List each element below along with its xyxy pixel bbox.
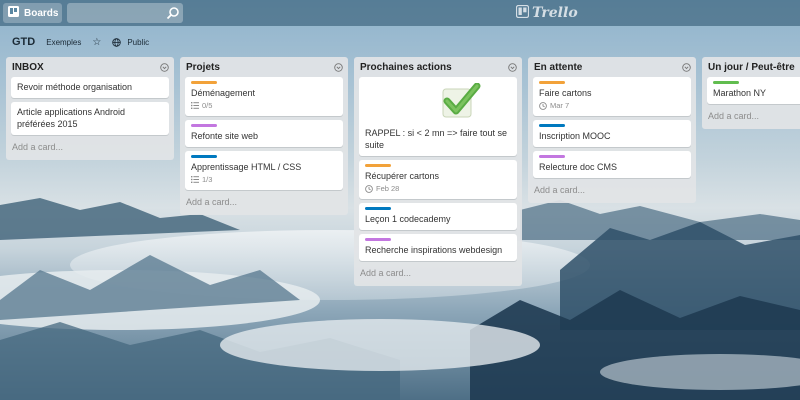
list-title[interactable]: INBOX (12, 62, 44, 73)
list-card[interactable]: RAPPEL : si < 2 mn => faire tout se suit… (359, 77, 517, 156)
add-card-link[interactable]: Add a card... (528, 182, 696, 203)
trello-logo-icon (515, 4, 530, 22)
list-menu-icon[interactable] (682, 63, 691, 75)
globe-icon (112, 37, 122, 47)
card-label-blue (191, 155, 217, 158)
list-header: Prochaines actions (354, 57, 522, 77)
list-card[interactable]: Apprentissage HTML / CSS 1/3 (185, 151, 343, 190)
list-title[interactable]: En attente (534, 62, 582, 73)
list-inbox: INBOX Revoir méthode organisation Articl… (6, 57, 174, 160)
list-card[interactable]: Recherche inspirations webdesign (359, 234, 517, 261)
trello-logo-text: Trello (532, 5, 578, 21)
due-date-badge: Feb 28 (365, 183, 511, 194)
list-card[interactable]: Relecture doc CMS (533, 151, 691, 178)
card-title: Revoir méthode organisation (17, 82, 133, 92)
card-label-purple (365, 238, 391, 241)
card-title: RAPPEL : si < 2 mn => faire tout se suit… (365, 128, 507, 150)
list-card[interactable]: Refonte site web (185, 120, 343, 147)
board-title[interactable]: GTD (12, 36, 35, 48)
list-card[interactable]: Leçon 1 codecademy (359, 203, 517, 230)
boards-label: Boards (24, 7, 59, 19)
search-input[interactable] (67, 3, 171, 23)
checklist-badge: 1/3 (191, 174, 337, 185)
top-bar: Boards Trello (0, 0, 800, 26)
list-en-attente: En attente Faire cartons Mar 7 Inscripti… (528, 57, 696, 203)
list-un-jour-peut-etre: Un jour / Peut-être Marathon NY Add a ca… (702, 57, 800, 129)
card-title: Inscription MOOC (539, 131, 611, 141)
clock-icon (539, 101, 547, 110)
list-card[interactable]: Récupérer cartons Feb 28 (359, 160, 517, 199)
card-label-purple (191, 124, 217, 127)
card-title: Faire cartons (539, 88, 592, 98)
boards-button[interactable]: Boards (3, 3, 62, 23)
visibility-button[interactable]: Public (112, 38, 149, 47)
checklist-badge: 0/5 (191, 100, 337, 111)
card-title: Recherche inspirations webdesign (365, 245, 503, 255)
list-title[interactable]: Prochaines actions (360, 62, 452, 73)
boards-icon (8, 6, 19, 20)
search-box (67, 3, 183, 23)
card-title: Article applications Android préférées 2… (17, 107, 126, 129)
checklist-count: 0/5 (202, 100, 213, 110)
add-card-link[interactable]: Add a card... (702, 108, 800, 129)
list-projets: Projets Déménagement 0/5 Refonte site we… (180, 57, 348, 215)
card-label-blue (539, 124, 565, 127)
card-title: Apprentissage HTML / CSS (191, 162, 302, 172)
card-title: Récupérer cartons (365, 171, 440, 181)
due-date: Mar 7 (550, 100, 570, 110)
card-title: Déménagement (191, 88, 256, 98)
list-menu-icon[interactable] (334, 63, 343, 75)
list-card[interactable]: Inscription MOOC (533, 120, 691, 147)
board-header: GTD Exemples ☆ Public (12, 33, 149, 51)
due-date-badge: Mar 7 (539, 100, 685, 111)
list-card[interactable]: Marathon NY (707, 77, 800, 104)
trello-logo[interactable]: Trello (515, 4, 578, 22)
card-label-orange (365, 164, 391, 167)
add-card-link[interactable]: Add a card... (180, 194, 348, 215)
card-label-purple (539, 155, 565, 158)
list-title[interactable]: Un jour / Peut-être (708, 62, 795, 73)
list-card[interactable]: Déménagement 0/5 (185, 77, 343, 116)
checklist-count: 1/3 (202, 174, 213, 184)
board-team-link[interactable]: Exemples (46, 38, 81, 47)
clock-icon (365, 184, 373, 193)
list-header: Un jour / Peut-être (702, 57, 800, 77)
add-card-link[interactable]: Add a card... (6, 139, 174, 160)
list-title[interactable]: Projets (186, 62, 220, 73)
card-title: Marathon NY (713, 88, 767, 98)
card-label-green (713, 81, 739, 84)
list-menu-icon[interactable] (508, 63, 517, 75)
search-icon[interactable] (166, 6, 180, 23)
list-header: Projets (180, 57, 348, 77)
due-date: Feb 28 (376, 183, 400, 193)
star-icon[interactable]: ☆ (92, 37, 101, 48)
list-card[interactable]: Article applications Android préférées 2… (11, 102, 169, 135)
checklist-icon (191, 102, 199, 109)
list-prochaines-actions: Prochaines actions RAPPEL : si < 2 mn =>… (354, 57, 522, 286)
add-card-link[interactable]: Add a card... (354, 265, 522, 286)
card-title: Leçon 1 codecademy (365, 214, 451, 224)
card-label-orange (539, 81, 565, 84)
list-card[interactable]: Faire cartons Mar 7 (533, 77, 691, 116)
checkmark-image (365, 81, 511, 127)
card-title: Relecture doc CMS (539, 162, 618, 172)
card-label-blue (365, 207, 391, 210)
card-label-orange (191, 81, 217, 84)
list-card[interactable]: Revoir méthode organisation (11, 77, 169, 98)
visibility-label: Public (127, 37, 150, 47)
list-menu-icon[interactable] (160, 63, 169, 75)
card-title: Refonte site web (191, 131, 259, 141)
checklist-icon (191, 176, 199, 183)
list-header: En attente (528, 57, 696, 77)
list-header: INBOX (6, 57, 174, 77)
